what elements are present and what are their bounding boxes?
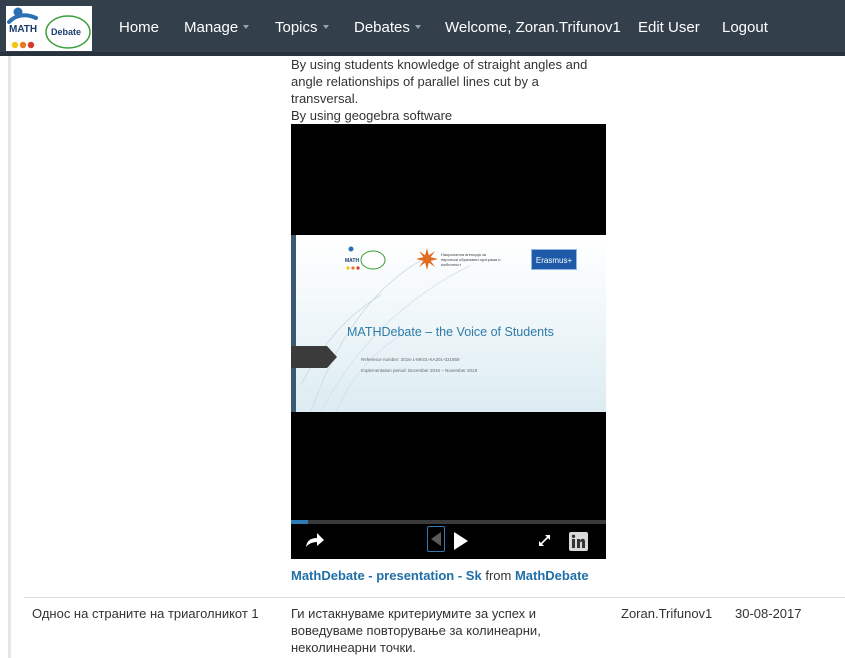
description-line-1: By using students knowledge of straight … <box>291 57 588 106</box>
navbar: MATH Debate Home Manage Topics Debates W… <box>0 0 845 56</box>
nav-edit-user[interactable]: Edit User <box>638 0 700 56</box>
prev-slide-icon[interactable] <box>427 526 445 552</box>
mathdebate-logo[interactable]: MATH Debate <box>6 6 92 51</box>
description-line-2: By using geogebra software <box>291 108 453 123</box>
nav-topics-dropdown[interactable]: Topics <box>275 0 329 56</box>
description-cell: Ги истакнуваме критериумите за успех и в… <box>291 606 541 655</box>
svg-text:MATH: MATH <box>345 258 359 264</box>
caret-down-icon <box>414 25 421 30</box>
slide-erasmus-badge: Erasmus+ <box>531 249 577 270</box>
logo-debate-text: Debate <box>51 27 82 37</box>
linkedin-icon[interactable] <box>569 532 588 551</box>
nav-topics-label: Topics <box>275 19 318 36</box>
video-progress-fill <box>291 520 309 524</box>
nav-debates-label: Debates <box>354 19 410 36</box>
play-next-icon[interactable] <box>453 531 469 554</box>
caret-down-icon <box>322 25 329 30</box>
nav-debates-dropdown[interactable]: Debates <box>354 0 421 56</box>
slide-reference: Reference number: 2016-1-MK01-KA201-0216… <box>361 357 460 362</box>
slide-title: MATHDebate – the Voice of Students <box>347 325 554 339</box>
presentation-slide[interactable]: MATH Национална агенција за европски обр… <box>291 235 606 412</box>
logo-math-text: MATH <box>9 24 38 35</box>
caption-from-text: from <box>485 568 512 583</box>
topic-cell[interactable]: Однос на страните на триаголникот 1 <box>32 605 282 622</box>
date-cell: 30-08-2017 <box>735 606 802 621</box>
caret-down-icon <box>243 25 250 30</box>
author-cell: Zoran.Trifunov1 <box>621 606 713 621</box>
table-row-separator <box>24 597 845 598</box>
slide-mathdebate-logo: MATH <box>345 246 386 270</box>
author-link[interactable]: MathDebate <box>515 568 589 583</box>
debate-description: By using students knowledge of straight … <box>291 56 601 124</box>
slide-agency-star-icon <box>416 248 438 270</box>
embed-caption: MathDebate - presentation - Sk from Math… <box>291 568 589 583</box>
fullscreen-icon[interactable] <box>538 534 551 550</box>
nav-manage-label: Manage <box>184 19 239 36</box>
presentation-link[interactable]: MathDebate - presentation - Sk <box>291 568 482 583</box>
nav-logout[interactable]: Logout <box>722 0 768 56</box>
nav-home[interactable]: Home <box>119 0 159 56</box>
slideshare-embed-player[interactable]: MATH Национална агенција за европски обр… <box>291 124 606 559</box>
share-icon[interactable] <box>305 532 325 551</box>
slide-period: Implementation period: December 2016 – N… <box>361 368 478 373</box>
nav-manage-dropdown[interactable]: Manage <box>184 0 250 56</box>
video-progress-bar[interactable] <box>291 520 606 524</box>
slide-arrow-shape <box>291 346 337 368</box>
slide-agency-text: Национална агенција за европски образовн… <box>441 252 501 267</box>
left-border-rule <box>8 56 11 658</box>
nav-welcome-user[interactable]: Welcome, Zoran.Trifunov1 <box>445 0 621 56</box>
